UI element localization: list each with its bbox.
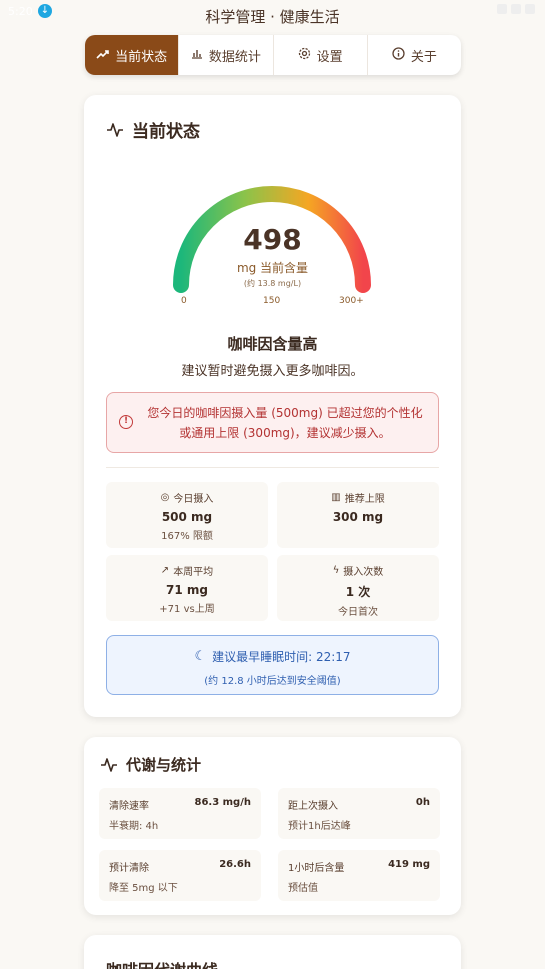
stat-value: 71 mg [166, 583, 208, 597]
tab-about[interactable]: 关于 [368, 35, 461, 75]
stat-intake-count: ϟ 摄入次数 1 次 今日首次 [277, 555, 439, 621]
stat-label: 推荐上限 [344, 494, 385, 505]
pulse-icon [107, 122, 123, 137]
gauge-tick-max: 300+ [339, 296, 364, 306]
alert-text: 您今日的咖啡因摄入量 (500mg) 已超过您的个性化或通用上限 (300mg)… [147, 406, 423, 440]
divider [106, 467, 439, 468]
metric-value: 0h [415, 797, 430, 808]
metabolism-curve-card: 咖啡因代谢曲线 [84, 935, 461, 969]
trend-up-icon: ↗ [160, 565, 170, 576]
metric-clearance-rate: 清除速率 86.3 mg/h 半衰期: 4h [99, 788, 261, 839]
gauge-concentration: (约 13.8 mg/L) [243, 279, 302, 288]
trend-up-icon [96, 48, 109, 62]
zap-icon: ϟ [332, 565, 340, 576]
card-title-text: 当前状态 [132, 122, 200, 142]
gear-icon [298, 47, 311, 63]
status-bar: 5:20 ↓ 科学管理 · 健康生活 [0, 0, 545, 26]
metric-value: 419 mg [388, 859, 430, 870]
stat-sub: +71 vs上周 [159, 604, 215, 615]
card-title: 当前状态 [106, 117, 200, 142]
system-icons [497, 4, 535, 14]
stat-label: 本周平均 [173, 567, 214, 578]
stat-today-intake: ◎ 今日摄入 500 mg 167% 限额 [106, 482, 268, 548]
stat-value: 300 mg [332, 510, 384, 524]
metric-value: 26.6h [219, 859, 251, 870]
level-title: 咖啡因含量高 [227, 335, 318, 353]
metric-estimated-clearance: 预计清除 26.6h 降至 5mg 以下 [99, 850, 261, 901]
metric-sub: 降至 5mg 以下 [109, 883, 178, 894]
bar-chart-icon [191, 48, 203, 62]
tab-bar: 当前状态 数据统计 设置 关于 [85, 35, 461, 75]
stat-value: 500 mg [161, 510, 213, 524]
gauge-unit: mg 当前含量 [236, 261, 309, 275]
tab-statistics[interactable]: 数据统计 [179, 35, 274, 75]
sleep-note: (约 12.8 小时后达到安全阈值) [204, 676, 341, 687]
stat-value: 1 次 [345, 585, 371, 599]
metric-sub: 预估值 [288, 883, 318, 894]
metric-label: 清除速率 [109, 801, 149, 812]
app-title: 科学管理 · 健康生活 [205, 8, 340, 26]
gauge-value: 498 [243, 223, 302, 256]
metric-sub: 预计1h后达峰 [288, 821, 351, 832]
pulse-icon [101, 757, 117, 772]
target-icon: ◎ [160, 492, 170, 503]
stat-recommended-limit: ▥ 推荐上限 300 mg [277, 482, 439, 548]
metric-label: 预计清除 [109, 863, 149, 874]
metric-label: 1小时后含量 [288, 863, 345, 874]
metabolism-card: 代谢与统计 清除速率 86.3 mg/h 半衰期: 4h 距上次摄入 0h 预计… [84, 737, 461, 915]
metric-value: 86.3 mg/h [194, 797, 251, 808]
signal-icon [511, 4, 521, 14]
tab-label: 设置 [316, 49, 343, 65]
stat-weekly-average: ↗ 本周平均 71 mg +71 vs上周 [106, 555, 268, 621]
gauge-tick-min: 0 [181, 296, 187, 306]
sleep-time: 建议最早睡眠时间: 22:17 [212, 650, 351, 664]
stat-sub: 今日首次 [338, 607, 378, 618]
metric-since-last-intake: 距上次摄入 0h 预计1h后达峰 [278, 788, 440, 839]
stat-label: 今日摄入 [173, 494, 214, 505]
current-status-card: 当前状态 498 mg 当前含量 (约 13.8 mg/L) 0 150 300… [84, 95, 461, 717]
stat-label: 摄入次数 [343, 567, 384, 578]
stat-sub: 167% 限额 [161, 531, 213, 542]
wifi-icon [497, 4, 507, 14]
moon-icon: ☾ [194, 649, 207, 664]
metric-one-hour-later: 1小时后含量 419 mg 预估值 [278, 850, 440, 901]
limit-warning-alert: ! 您今日的咖啡因摄入量 (500mg) 已超过您的个性化或通用上限 (300m… [106, 392, 439, 453]
info-icon [392, 47, 405, 63]
card-title: 代谢与统计 [100, 754, 201, 775]
card-title-text: 咖啡因代谢曲线 [106, 957, 218, 969]
tab-label: 数据统计 [208, 49, 261, 65]
alert-circle-icon: ! [119, 415, 133, 429]
sleep-suggestion: ☾ 建议最早睡眠时间: 22:17 (约 12.8 小时后达到安全阈值) [106, 635, 439, 695]
caffeine-gauge: 498 mg 当前含量 (约 13.8 mg/L) 0 150 300+ [84, 175, 461, 315]
metric-sub: 半衰期: 4h [109, 821, 159, 832]
bar-chart-icon: ▥ [331, 492, 341, 503]
tab-label: 关于 [410, 49, 437, 65]
tab-settings[interactable]: 设置 [274, 35, 368, 75]
metric-label: 距上次摄入 [288, 801, 338, 812]
battery-icon [525, 4, 535, 14]
level-description: 建议暂时避免摄入更多咖啡因。 [181, 364, 364, 379]
card-title: 咖啡因代谢曲线 [106, 957, 218, 969]
tab-label: 当前状态 [115, 49, 168, 65]
gauge-tick-mid: 150 [263, 296, 281, 306]
card-title-text: 代谢与统计 [126, 756, 202, 774]
tab-current-status[interactable]: 当前状态 [85, 35, 180, 75]
